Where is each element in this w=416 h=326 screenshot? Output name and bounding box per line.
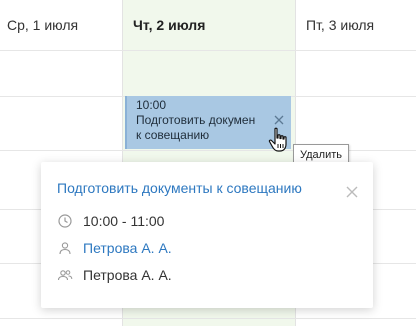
day-header-fri[interactable]: Пт, 3 июля [306, 0, 374, 50]
event-time: 10:00 [136, 98, 167, 112]
clock-icon [57, 213, 73, 229]
popup-event-title[interactable]: Подготовить документы к совещанию [57, 180, 302, 196]
popup-organizer-link[interactable]: Петрова А. А. [83, 240, 172, 256]
calendar-event[interactable]: 10:00 Подготовить докумен к совещанию [125, 96, 291, 149]
popup-participants-row: Петрова А. А. [57, 267, 172, 283]
hour-line [0, 150, 416, 151]
person-icon [57, 240, 73, 256]
day-header-thu-today[interactable]: Чт, 2 июля [133, 0, 205, 50]
hand-cursor-icon [268, 127, 287, 152]
popup-participants: Петрова А. А. [83, 267, 172, 283]
event-title-line1: Подготовить докумен [136, 113, 256, 127]
delete-event-icon[interactable] [273, 114, 285, 126]
popup-time-range: 10:00 - 11:00 [83, 213, 165, 229]
popup-time-row: 10:00 - 11:00 [57, 213, 164, 229]
calendar-week-view: Ср, 1 июля Чт, 2 июля Пт, 3 июля 10:00 П… [0, 0, 416, 326]
event-title-line2: к совещанию [136, 128, 210, 142]
hour-line [0, 318, 416, 319]
event-details-popup: Подготовить документы к совещанию 10:00 … [41, 162, 373, 308]
people-icon [57, 267, 73, 283]
close-icon[interactable] [344, 184, 360, 200]
popup-organizer-row: Петрова А. А. [57, 240, 172, 256]
header-divider [0, 50, 416, 51]
day-header-wed[interactable]: Ср, 1 июля [7, 0, 78, 50]
